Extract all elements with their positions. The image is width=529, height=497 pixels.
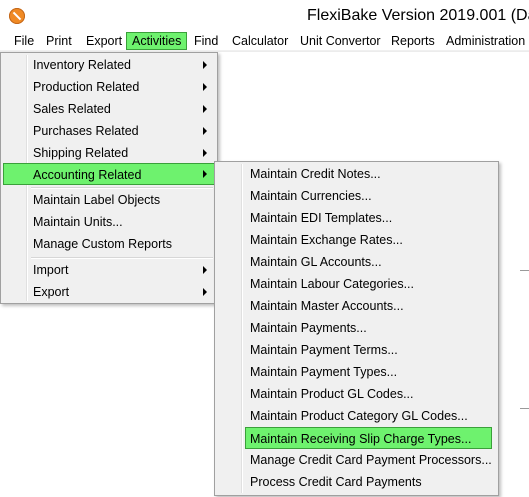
menu-item-shipping-related[interactable]: Shipping Related <box>3 142 215 164</box>
menu-item-label: Process Credit Card Payments <box>250 475 422 489</box>
menu-activities[interactable]: Activities <box>126 32 188 50</box>
menu-calculator[interactable]: Calculator <box>227 32 293 50</box>
menu-item-label: Maintain Payment Types... <box>250 365 398 379</box>
submenu-item-receiving-slip-charge-types[interactable]: Maintain Receiving Slip Charge Types... <box>245 427 492 449</box>
menu-item-label: Maintain Receiving Slip Charge Types... <box>250 432 472 446</box>
menu-item-label: Maintain Label Objects <box>33 193 161 207</box>
chevron-right-icon <box>203 149 207 157</box>
menu-item-label: Maintain EDI Templates... <box>250 211 393 225</box>
background-line <box>520 408 529 409</box>
submenu-item-product-category-gl-codes[interactable]: Maintain Product Category GL Codes... <box>217 405 496 427</box>
window-title: FlexiBake Version 2019.001 (Dat <box>307 7 529 24</box>
menu-file[interactable]: File <box>9 32 39 50</box>
menu-item-label: Manage Custom Reports <box>33 237 172 251</box>
menu-item-accounting-related[interactable]: Accounting Related <box>3 163 215 185</box>
menu-item-label: Export <box>33 285 70 299</box>
menu-item-maintain-label-objects[interactable]: Maintain Label Objects <box>3 189 215 211</box>
chevron-right-icon <box>203 170 207 178</box>
menu-item-export[interactable]: Export <box>3 281 215 303</box>
submenu-item-payments[interactable]: Maintain Payments... <box>217 317 496 339</box>
menu-item-inventory-related[interactable]: Inventory Related <box>3 54 215 76</box>
activities-menu: Inventory Related Production Related Sal… <box>0 52 218 304</box>
submenu-item-payment-terms[interactable]: Maintain Payment Terms... <box>217 339 496 361</box>
title-bar: FlexiBake Version 2019.001 (Dat <box>0 0 529 32</box>
app-logo-icon[interactable] <box>9 8 25 24</box>
menu-item-label: Maintain Payment Terms... <box>250 343 398 357</box>
menu-find[interactable]: Find <box>189 32 223 50</box>
chevron-right-icon <box>203 288 207 296</box>
background-line <box>520 270 529 271</box>
menu-administration[interactable]: Administration <box>441 32 529 50</box>
submenu-item-process-credit-card-payments[interactable]: Process Credit Card Payments <box>217 471 496 493</box>
menu-item-label: Sales Related <box>33 102 111 116</box>
menu-item-label: Production Related <box>33 80 140 94</box>
menu-item-label: Purchases Related <box>33 124 139 138</box>
chevron-right-icon <box>203 83 207 91</box>
menu-item-manage-custom-reports[interactable]: Manage Custom Reports <box>3 233 215 255</box>
menu-reports[interactable]: Reports <box>386 32 440 50</box>
menu-item-purchases-related[interactable]: Purchases Related <box>3 120 215 142</box>
menu-item-label: Import <box>33 263 69 277</box>
chevron-right-icon <box>203 61 207 69</box>
chevron-right-icon <box>203 127 207 135</box>
submenu-item-edi-templates[interactable]: Maintain EDI Templates... <box>217 207 496 229</box>
menu-unit-convertor[interactable]: Unit Convertor <box>295 32 386 50</box>
submenu-item-labour-categories[interactable]: Maintain Labour Categories... <box>217 273 496 295</box>
menu-item-sales-related[interactable]: Sales Related <box>3 98 215 120</box>
menu-item-label: Shipping Related <box>33 146 129 160</box>
menu-item-label: Maintain GL Accounts... <box>250 255 382 269</box>
submenu-item-product-gl-codes[interactable]: Maintain Product GL Codes... <box>217 383 496 405</box>
menu-item-label: Maintain Labour Categories... <box>250 277 414 291</box>
menu-item-production-related[interactable]: Production Related <box>3 76 215 98</box>
submenu-item-credit-notes[interactable]: Maintain Credit Notes... <box>217 163 496 185</box>
submenu-item-currencies[interactable]: Maintain Currencies... <box>217 185 496 207</box>
menu-item-label: Maintain Exchange Rates... <box>250 233 403 247</box>
submenu-item-gl-accounts[interactable]: Maintain GL Accounts... <box>217 251 496 273</box>
menu-item-label: Maintain Credit Notes... <box>250 167 381 181</box>
accounting-submenu: Maintain Credit Notes... Maintain Curren… <box>214 161 499 496</box>
menu-item-label: Maintain Master Accounts... <box>250 299 404 313</box>
menu-item-label: Maintain Product Category GL Codes... <box>250 409 468 423</box>
submenu-item-master-accounts[interactable]: Maintain Master Accounts... <box>217 295 496 317</box>
menu-bar: File Print Export Activities Find Calcul… <box>0 32 529 51</box>
submenu-item-credit-card-payment-processors[interactable]: Manage Credit Card Payment Processors... <box>217 449 496 471</box>
menu-item-import[interactable]: Import <box>3 259 215 281</box>
menu-item-label: Inventory Related <box>33 58 131 72</box>
chevron-right-icon <box>203 266 207 274</box>
submenu-item-payment-types[interactable]: Maintain Payment Types... <box>217 361 496 383</box>
submenu-item-exchange-rates[interactable]: Maintain Exchange Rates... <box>217 229 496 251</box>
menu-item-label: Maintain Currencies... <box>250 189 372 203</box>
menu-item-maintain-units[interactable]: Maintain Units... <box>3 211 215 233</box>
menu-print[interactable]: Print <box>41 32 77 50</box>
menu-item-label: Maintain Product GL Codes... <box>250 387 414 401</box>
menu-item-label: Maintain Units... <box>33 215 123 229</box>
menu-item-label: Manage Credit Card Payment Processors... <box>250 453 492 467</box>
chevron-right-icon <box>203 105 207 113</box>
menu-item-label: Accounting Related <box>33 168 142 182</box>
menu-item-label: Maintain Payments... <box>250 321 367 335</box>
menu-export[interactable]: Export <box>81 32 127 50</box>
